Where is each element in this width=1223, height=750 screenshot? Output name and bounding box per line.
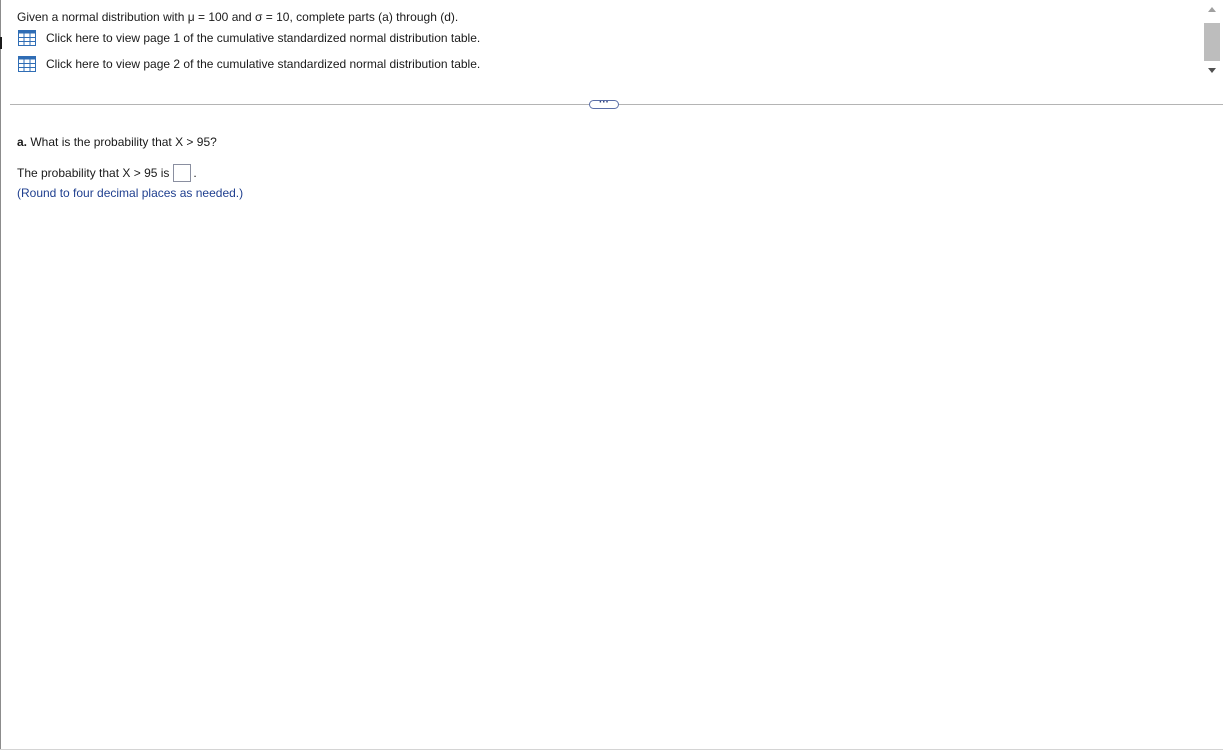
table-link-label[interactable]: Click here to view page 1 of the cumulat… bbox=[46, 31, 480, 45]
table-icon bbox=[18, 30, 36, 46]
question-scrollbar[interactable] bbox=[1202, 2, 1223, 82]
page: Given a normal distribution with μ = 100… bbox=[0, 0, 1223, 750]
scroll-thumb[interactable] bbox=[1204, 23, 1220, 61]
table-link-page-1[interactable]: Click here to view page 1 of the cumulat… bbox=[18, 29, 480, 47]
scroll-down-arrow-icon[interactable] bbox=[1208, 68, 1216, 73]
rounding-note: (Round to four decimal places as needed.… bbox=[17, 186, 244, 200]
scroll-up-arrow-icon[interactable] bbox=[1208, 7, 1216, 12]
table-link-label[interactable]: Click here to view page 2 of the cumulat… bbox=[46, 57, 480, 71]
answer-input[interactable] bbox=[173, 164, 192, 182]
answer-suffix: . bbox=[193, 166, 197, 180]
table-icon bbox=[18, 56, 36, 72]
answer-prefix: The probability that X > 95 is bbox=[17, 166, 170, 180]
part-a-question: a. What is the probability that X > 95? bbox=[17, 135, 217, 149]
ellipsis-icon: ··· bbox=[599, 96, 609, 108]
left-border bbox=[0, 0, 1, 750]
answer-line: The probability that X > 95 is . bbox=[17, 163, 197, 183]
question-intro: Given a normal distribution with μ = 100… bbox=[17, 10, 459, 24]
part-letter: a. bbox=[17, 135, 28, 149]
question-panel: Given a normal distribution with μ = 100… bbox=[0, 0, 1200, 100]
table-link-page-2[interactable]: Click here to view page 2 of the cumulat… bbox=[18, 55, 480, 73]
part-question-text: What is the probability that X > 95? bbox=[30, 135, 217, 149]
divider-resize-handle[interactable]: ··· bbox=[589, 96, 619, 109]
